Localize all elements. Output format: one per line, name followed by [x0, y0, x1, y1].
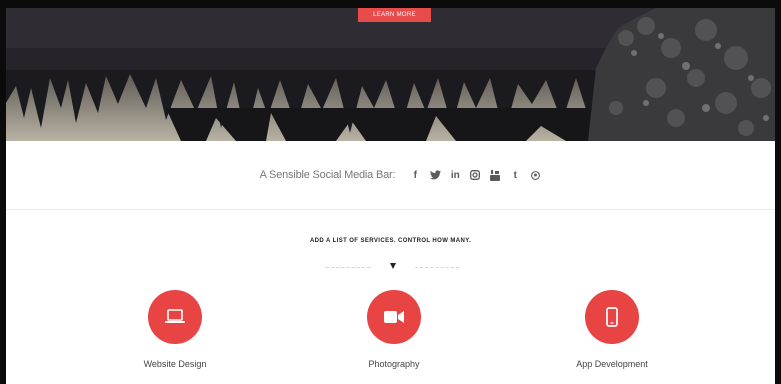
- pinterest-icon[interactable]: [529, 169, 541, 181]
- laptop-icon: [165, 309, 185, 323]
- service-label: Website Design: [143, 359, 207, 369]
- service-photography[interactable]: Photography: [324, 290, 464, 369]
- page-frame: Learn More A Sensible Social Media Bar: …: [6, 8, 775, 384]
- service-label: App Development: [576, 359, 648, 369]
- service-icon-circle: [148, 290, 202, 344]
- divider-line-left: [326, 267, 370, 268]
- service-website-design[interactable]: Website Design: [105, 290, 245, 369]
- learn-more-button[interactable]: Learn More: [358, 8, 431, 22]
- linkedin-icon[interactable]: in: [449, 169, 461, 181]
- service-app-development[interactable]: App Development: [542, 290, 682, 369]
- service-icon-circle: [367, 290, 421, 344]
- instagram-icon[interactable]: [469, 169, 481, 181]
- social-icons: f in t: [409, 169, 541, 181]
- divider-line-right: [415, 267, 459, 268]
- mobile-phone-icon: [606, 307, 618, 327]
- youtube-icon[interactable]: [489, 169, 501, 181]
- facebook-icon[interactable]: f: [409, 169, 421, 181]
- social-bar-label: A Sensible Social Media Bar:: [259, 169, 396, 181]
- section-divider: [6, 263, 775, 273]
- video-camera-icon: [384, 311, 404, 323]
- services-heading: ADD A LIST OF SERVICES. CONTROL HOW MANY…: [309, 238, 472, 244]
- social-media-bar: A Sensible Social Media Bar: f in t: [6, 141, 775, 210]
- hero-banner: Learn More: [6, 8, 775, 141]
- hero-landscape-image: [6, 8, 775, 141]
- twitter-icon[interactable]: [429, 169, 441, 181]
- caret-down-icon: [390, 263, 396, 269]
- service-label: Photography: [368, 359, 420, 369]
- tumblr-icon[interactable]: t: [509, 169, 521, 181]
- service-icon-circle: [585, 290, 639, 344]
